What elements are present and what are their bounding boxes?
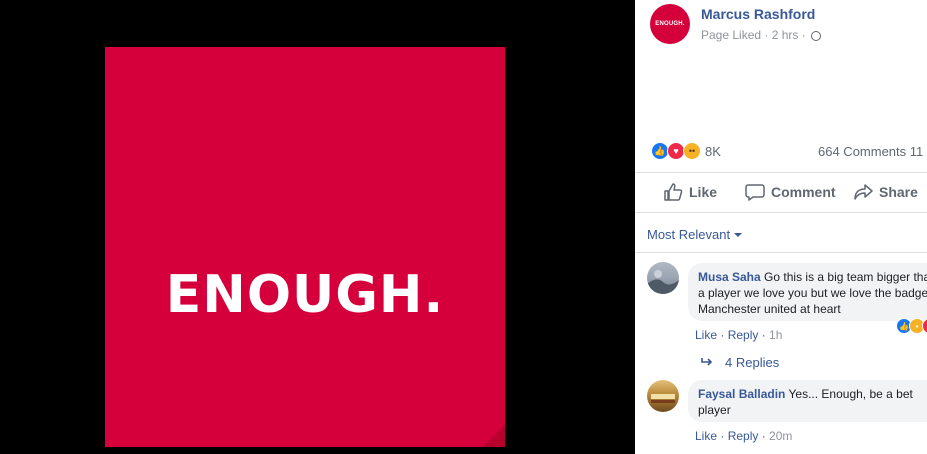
page-avatar-text: ENOUGH.: [655, 21, 685, 27]
comment-sort-dropdown[interactable]: Most Relevant: [647, 227, 743, 242]
like-button[interactable]: Like: [663, 183, 717, 201]
share-icon: [854, 184, 873, 200]
comment-bubble: Faysal Balladin Yes... Enough, be a bet …: [688, 380, 927, 422]
angry-reaction-icon: •: [922, 318, 927, 334]
page-curl-decoration: [483, 425, 505, 447]
comment-reply-link[interactable]: Reply: [728, 328, 759, 342]
caret-down-icon: [734, 233, 743, 237]
post-meta: Page Liked · 2 hrs ·: [701, 28, 822, 42]
reaction-count: 8K: [705, 143, 721, 159]
divider: [635, 212, 927, 213]
comment-like-link[interactable]: Like: [695, 429, 717, 443]
comment-actions: Like · Reply · 1h: [695, 328, 783, 342]
view-replies-link[interactable]: 4 Replies: [701, 355, 779, 370]
avatar[interactable]: [647, 262, 679, 294]
divider: [635, 172, 927, 173]
comment-like-link[interactable]: Like: [695, 328, 717, 342]
share-label: Share: [879, 184, 918, 200]
comment-reply-link[interactable]: Reply: [728, 429, 759, 443]
page-name-link[interactable]: Marcus Rashford: [701, 6, 815, 22]
thumbs-up-icon: [664, 183, 683, 201]
comment-author[interactable]: Faysal Balladin: [698, 387, 785, 401]
comment-time[interactable]: 1h: [769, 328, 782, 342]
comment-button[interactable]: Comment: [745, 183, 836, 201]
share-button[interactable]: Share: [853, 183, 918, 201]
post-meta-text: Page Liked · 2 hrs ·: [701, 28, 806, 42]
comment-bubble: Musa Saha Go this is a big team bigger t…: [688, 263, 927, 321]
post-image-text: ENOUGH.: [165, 265, 445, 325]
sort-label: Most Relevant: [647, 227, 731, 242]
comments-shares-count[interactable]: 664 Comments 11: [818, 144, 923, 159]
post-sidebar: ENOUGH. Marcus Rashford Page Liked · 2 h…: [635, 0, 927, 454]
reactions-summary[interactable]: 👍 ♥ •• 8K: [651, 142, 721, 160]
avatar-image: [647, 270, 679, 294]
photo-viewer: ENOUGH.: [0, 0, 635, 454]
like-label: Like: [689, 184, 718, 200]
comment-reactions[interactable]: 👍 • •: [896, 318, 927, 334]
comment-time[interactable]: 20m: [769, 429, 792, 443]
globe-icon[interactable]: [811, 31, 822, 41]
post-image[interactable]: ENOUGH.: [105, 47, 505, 447]
divider: [635, 252, 927, 253]
comment-label: Comment: [771, 184, 836, 200]
wow-reaction-icon: ••: [683, 142, 701, 160]
page-avatar[interactable]: ENOUGH.: [650, 4, 690, 44]
replies-label: 4 Replies: [725, 355, 780, 370]
comment-author[interactable]: Musa Saha: [698, 270, 761, 284]
reply-arrow-icon: [701, 355, 713, 370]
avatar-image: [651, 394, 675, 403]
avatar[interactable]: [647, 380, 679, 412]
comment-icon: [745, 184, 765, 201]
comment-actions: Like · Reply · 20m: [695, 429, 793, 443]
